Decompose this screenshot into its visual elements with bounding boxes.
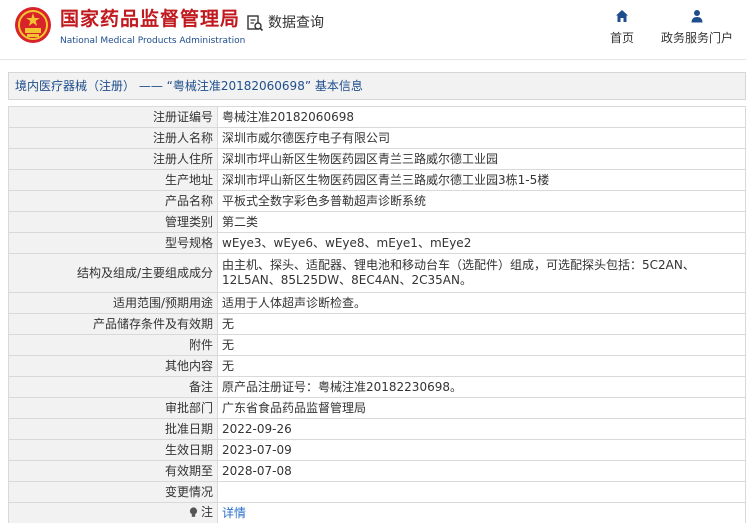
document-search-icon: [247, 15, 264, 32]
table-row: 备注 原产品注册证号：粤械注准20182230698。: [8, 376, 746, 398]
table-row: 结构及组成/主要组成成分 由主机、探头、适配器、锂电池和移动台车（选配件）组成，可…: [8, 253, 746, 293]
table-row: 注册人名称 深圳市威尔德医疗电子有限公司: [8, 127, 746, 149]
row-label: 注册证编号: [8, 106, 218, 128]
row-value: 无: [217, 313, 746, 335]
table-row: 管理类别 第二类: [8, 211, 746, 233]
brand-name-en: National Medical Products Administration: [60, 36, 246, 46]
table-row: 型号规格 wEye3、wEye6、wEye8、mEye1、mEye2: [8, 232, 746, 254]
row-value: 无: [217, 334, 746, 356]
note-label: 注: [200, 505, 213, 519]
row-value: 2022-09-26: [217, 418, 746, 440]
row-value: 广东省食品药品监督管理局: [217, 397, 746, 419]
table-row: 附件无: [8, 334, 746, 356]
nav-home-label: 首页: [609, 31, 634, 45]
nav-home[interactable]: 首页: [606, 8, 638, 46]
table-row: 批准日期 2022-09-26: [8, 418, 746, 440]
page-title: 境内医疗器械（注册） —— “粤械注准20182060698” 基本信息: [15, 79, 363, 93]
table-row: 审批部门 广东省食品药品监督管理局: [8, 397, 746, 419]
table-row: 有效期至 2028-07-08: [8, 460, 746, 482]
row-label: 有效期至: [8, 460, 218, 482]
details-link[interactable]: 详情: [217, 502, 746, 523]
row-label: 注册人名称: [8, 127, 218, 149]
table-row: 注册证编号 粤械注准20182060698: [8, 106, 746, 128]
page-title-bar: 境内医疗器械（注册） —— “粤械注准20182060698” 基本信息: [8, 72, 746, 100]
row-label: 批准日期: [8, 418, 218, 440]
row-label: 附件: [8, 334, 218, 356]
data-query-label: 数据查询: [268, 15, 324, 31]
row-label: 其他内容: [8, 355, 218, 377]
nav-gov-portal-label: 政务服务门户: [660, 31, 733, 45]
row-label: 产品名称: [8, 190, 218, 212]
row-value: 深圳市坪山新区生物医药园区青兰三路威尔德工业园3栋1-5楼: [217, 169, 746, 191]
row-value: 深圳市坪山新区生物医药园区青兰三路威尔德工业园: [217, 148, 746, 170]
row-label: 型号规格: [8, 232, 218, 254]
row-value: 2023-07-09: [217, 439, 746, 461]
note-label-cell: 注: [8, 502, 218, 523]
row-value: 深圳市威尔德医疗电子有限公司: [217, 127, 746, 149]
row-label: 变更情况: [8, 481, 218, 503]
table-row: 适用范围/预期用途 适用于人体超声诊断检查。: [8, 292, 746, 314]
note-row: 注 详情: [8, 502, 746, 523]
table-row: 生产地址 深圳市坪山新区生物医药园区青兰三路威尔德工业园3栋1-5楼: [8, 169, 746, 191]
nav-gov-portal[interactable]: 政务服务门户: [660, 8, 734, 46]
row-value: 平板式全数字彩色多普勒超声诊断系统: [217, 190, 746, 212]
brand-name-cn: 国家药品监督管理局: [60, 8, 241, 30]
row-label: 管理类别: [8, 211, 218, 233]
brand-block[interactable]: 国家药品监督管理局 National Medical Products Admi…: [60, 8, 245, 48]
row-value: 适用于人体超声诊断检查。: [217, 292, 746, 314]
table-row: 变更情况: [8, 481, 746, 503]
table-row: 产品储存条件及有效期无: [8, 313, 746, 335]
home-icon: [616, 10, 628, 22]
table-row: 生效日期 2023-07-09: [8, 439, 746, 461]
note-label-wrap: 注: [189, 505, 213, 520]
table-row: 其他内容无: [8, 355, 746, 377]
row-label: 备注: [8, 376, 218, 398]
row-value: 粤械注准20182060698: [217, 106, 746, 128]
row-label: 结构及组成/主要组成成分: [8, 253, 218, 293]
row-label: 生效日期: [8, 439, 218, 461]
row-label: 注册人住所: [8, 148, 218, 170]
row-label: 生产地址: [8, 169, 218, 191]
site-header: 国家药品监督管理局 National Medical Products Admi…: [0, 0, 746, 60]
row-value: [217, 481, 746, 503]
table-row: 产品名称 平板式全数字彩色多普勒超声诊断系统: [8, 190, 746, 212]
national-emblem-icon: [15, 7, 51, 43]
row-value: wEye3、wEye6、wEye8、mEye1、mEye2: [217, 232, 746, 254]
row-label: 适用范围/预期用途: [8, 292, 218, 314]
row-value: 无: [217, 355, 746, 377]
device-info-table: 注册证编号 粤械注准20182060698 注册人名称 深圳市威尔德医疗电子有限公司…: [8, 106, 746, 523]
table-row: 注册人住所 深圳市坪山新区生物医药园区青兰三路威尔德工业园: [8, 148, 746, 170]
user-icon: [691, 10, 703, 23]
row-label: 产品储存条件及有效期: [8, 313, 218, 335]
lightbulb-icon: [189, 507, 198, 517]
data-query-link[interactable]: 数据查询: [246, 14, 324, 32]
row-label: 审批部门: [8, 397, 218, 419]
row-value: 第二类: [217, 211, 746, 233]
row-value: 由主机、探头、适配器、锂电池和移动台车（选配件）组成，可选配探头包括：5C2AN…: [217, 253, 746, 293]
row-value: 2028-07-08: [217, 460, 746, 482]
row-value: 原产品注册证号：粤械注准20182230698。: [217, 376, 746, 398]
